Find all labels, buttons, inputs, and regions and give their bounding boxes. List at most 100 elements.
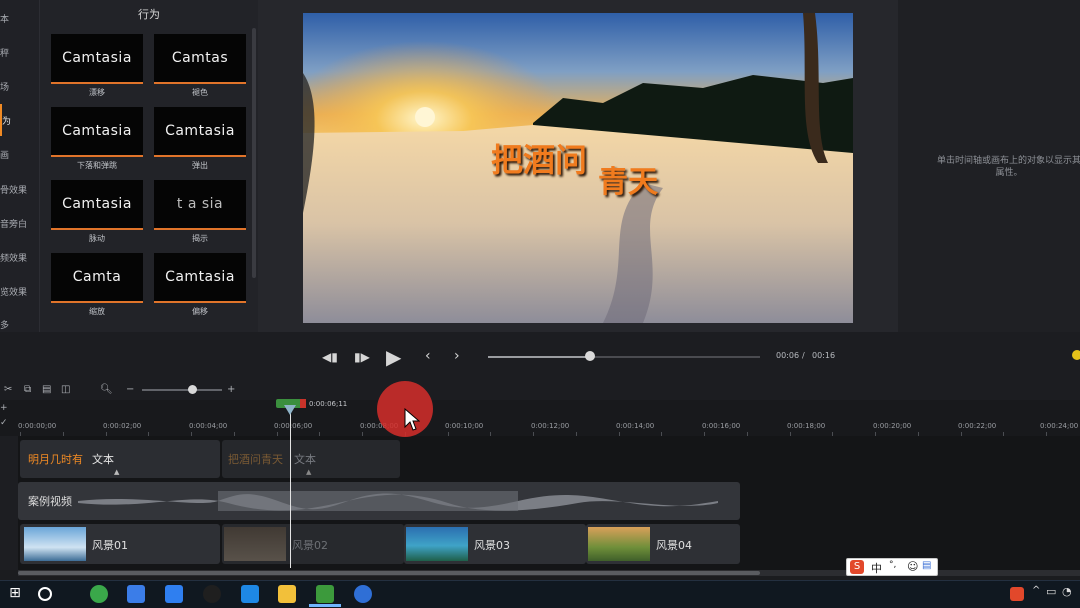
behavior-thumb-fade[interactable]: Camtas	[154, 34, 246, 84]
zoom-out-icon[interactable]: −	[126, 384, 134, 395]
timeline-scrollbar-thumb[interactable]	[18, 571, 760, 575]
ime-mode[interactable]: 中	[871, 560, 882, 576]
step-back-icon[interactable]: ◀▮	[322, 350, 338, 364]
camtasia-editor: 本 秤 场 为 画 骨效果 音旁白 频效果 览效果 多 行为 Camtasia …	[0, 0, 1080, 608]
ruler-label: 0:00:24;00	[1040, 422, 1079, 430]
nav-label: 多	[0, 321, 10, 331]
qq-icon[interactable]	[203, 585, 221, 603]
text-clip-1[interactable]: 明月几时有 文本 ▲	[20, 440, 220, 478]
settings-gear-icon[interactable]	[1072, 350, 1080, 360]
clip-type: 文本	[294, 453, 316, 466]
cloud-drive-icon[interactable]	[127, 585, 145, 603]
sogou-logo-icon: S	[850, 560, 864, 574]
track-options-icon[interactable]: ✓	[0, 418, 8, 428]
step-forward-icon[interactable]: ▮▶	[354, 350, 370, 364]
emoji-icon[interactable]: ☺	[907, 560, 918, 573]
thumb-preview-text: t a sia	[176, 196, 224, 212]
next-icon[interactable]: ›	[454, 348, 460, 364]
panel-scrollbar[interactable]	[252, 28, 256, 278]
title-text-line1[interactable]: 把酒问	[491, 135, 587, 181]
playhead-line[interactable]	[290, 408, 291, 568]
previous-icon[interactable]: ‹	[425, 348, 431, 364]
ime-punctuation[interactable]: °,	[889, 560, 896, 570]
clip-title: 风景04	[656, 539, 692, 552]
clip-title: 风景02	[292, 539, 328, 552]
zoom-slider-handle[interactable]	[188, 385, 197, 394]
nav-item-annotations[interactable]: 本	[0, 12, 40, 25]
clip-thumbnail	[24, 527, 86, 561]
behavior-label: 弹出	[192, 161, 208, 170]
video-preview[interactable]: 把酒问 青天	[303, 13, 853, 323]
nav-item-scenes[interactable]: 场	[0, 80, 40, 93]
settings-app-icon[interactable]	[354, 585, 372, 603]
behavior-thumb-drop-bounce[interactable]: Camtasia	[51, 107, 143, 157]
nav-label: 为	[2, 117, 12, 127]
nav-item-behaviors[interactable]: 为	[0, 104, 40, 136]
ime-toolbar[interactable]: S 中 °, ☺ ▤	[846, 558, 938, 576]
search-icon[interactable]	[38, 587, 52, 601]
audio-clip[interactable]: 案例视频	[18, 482, 740, 520]
panel-title: 行为	[138, 8, 160, 21]
thumb-preview-text: Camtas	[171, 50, 229, 66]
nav-item-more[interactable]: 多	[0, 318, 40, 331]
nav-item-audio-effects[interactable]: 频效果	[0, 251, 40, 264]
feishu-icon[interactable]	[165, 585, 183, 603]
behavior-label: 漂移	[89, 88, 105, 97]
properties-hint: 单击时间轴或画布上的对象以显示其属性。	[936, 156, 1080, 178]
scrub-fill	[488, 356, 590, 358]
behavior-thumb-scale[interactable]: Camta	[51, 253, 143, 303]
ruler-label: 0:00:00;00	[18, 422, 57, 430]
behavior-label: 褪色	[192, 88, 208, 97]
behavior-thumb-pulsate[interactable]: Camtasia	[51, 180, 143, 230]
ruler-label: 0:00:18;00	[787, 422, 826, 430]
behavior-thumb-reveal[interactable]: t a sia	[154, 180, 246, 230]
behavior-thumb-pop-up[interactable]: Camtasia	[154, 107, 246, 157]
ruler-label: 0:00:20;00	[873, 422, 912, 430]
time-separator: /	[802, 351, 805, 360]
nav-item-transitions[interactable]: 秤	[0, 46, 40, 59]
windows-start-icon[interactable]: ⊞	[6, 585, 24, 603]
split-icon[interactable]: ◫	[61, 384, 70, 395]
clip-thumbnail	[588, 527, 650, 561]
ruler-label: 0:00:10;00	[445, 422, 484, 430]
text-clip-2[interactable]: 把酒问青天 文本 ▲	[222, 440, 400, 478]
paste-icon[interactable]: ▤	[42, 384, 51, 395]
camtasia-icon[interactable]	[316, 585, 334, 603]
nav-item-voice-narration[interactable]: 音旁白	[0, 217, 40, 230]
add-track-icon[interactable]: +	[0, 403, 8, 413]
zoom-in-icon[interactable]: +	[227, 384, 235, 395]
nav-label: 频效果	[0, 254, 28, 264]
browser-360-icon[interactable]	[90, 585, 108, 603]
thumb-preview-text: Camtasia	[165, 123, 235, 139]
playhead-time: 0:00:06;11	[309, 400, 348, 408]
behavior-thumb-drift[interactable]: Camtasia	[51, 34, 143, 84]
mouse-cursor-icon	[404, 408, 420, 431]
nav-label: 画	[0, 151, 10, 161]
keyboard-icon[interactable]: ▤	[922, 560, 931, 571]
cut-icon[interactable]: ✂	[4, 384, 12, 395]
left-nav: 本 秤 场 为 画 骨效果 音旁白 频效果 览效果 多	[0, 0, 40, 332]
nav-item-visual-effects[interactable]: 览效果	[0, 285, 40, 298]
nav-item-animations[interactable]: 画	[0, 148, 40, 161]
play-icon[interactable]: ▶	[386, 345, 401, 369]
timeline-ruler[interactable]	[0, 400, 1080, 436]
audio-waveform	[78, 491, 718, 511]
file-explorer-icon[interactable]	[278, 585, 296, 603]
playhead-handle[interactable]	[284, 405, 296, 415]
thumb-preview-text: Camtasia	[62, 123, 132, 139]
behavior-thumb-shift[interactable]: Camtasia	[154, 253, 246, 303]
nav-label: 秤	[0, 49, 10, 59]
nav-label: 骨效果	[0, 186, 28, 196]
scrub-handle[interactable]	[585, 351, 595, 361]
copy-icon[interactable]: ⧉	[24, 384, 31, 395]
title-text-line2[interactable]: 青天	[598, 157, 658, 201]
tray-network-icon[interactable]: ◔	[1062, 585, 1080, 603]
current-time: 00:06	[776, 351, 800, 360]
ruler-label: 0:00:04;00	[189, 422, 228, 430]
zoom-slider-track[interactable]	[142, 389, 222, 391]
behaviors-panel: 行为 Camtasia 漂移 Camtas 褪色 Camtasia 下落和弹跳 …	[40, 0, 258, 332]
phone-manager-icon[interactable]	[241, 585, 259, 603]
zoom-search-icon[interactable]: 🔍︎	[100, 384, 113, 395]
nav-item-cursor-effects[interactable]: 骨效果	[0, 183, 40, 196]
tray-sogou-icon[interactable]	[1010, 587, 1024, 601]
